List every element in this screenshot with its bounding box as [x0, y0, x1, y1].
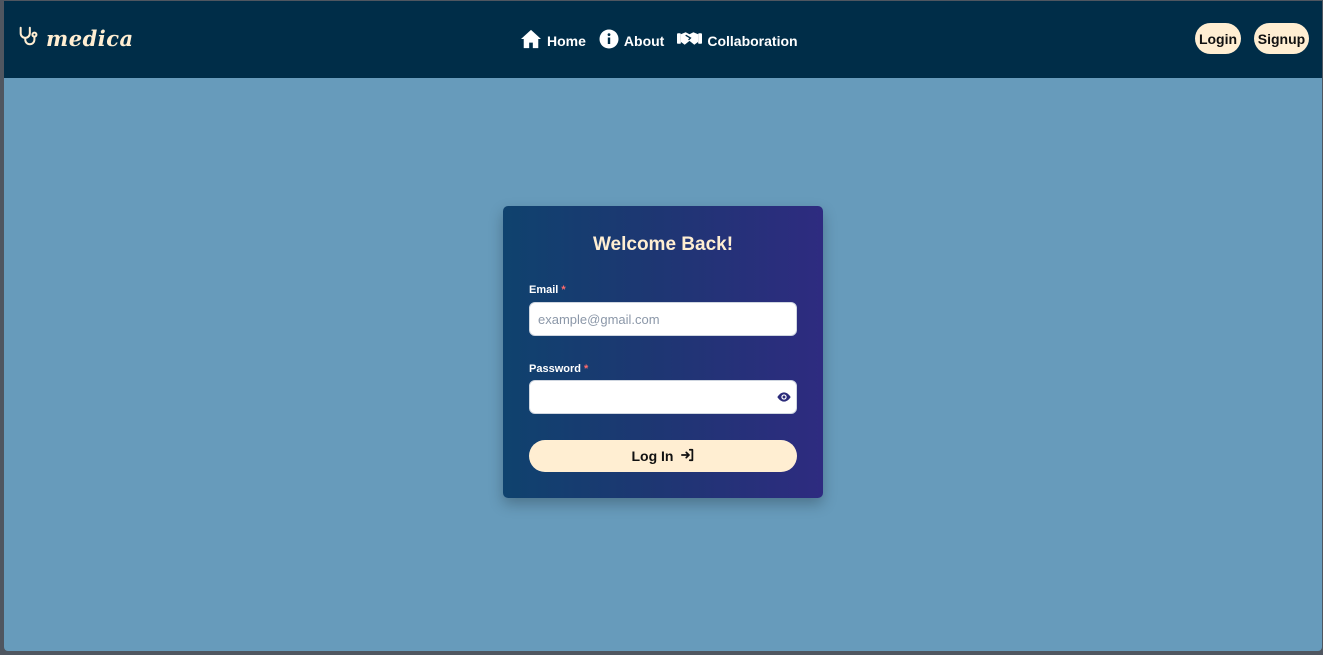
password-label-text: Password: [529, 363, 581, 375]
log-in-button[interactable]: Log In: [529, 440, 797, 472]
login-title: Welcome Back!: [592, 234, 734, 255]
navbar: medica Home About Collaboration Login Si…: [4, 1, 1322, 78]
required-marker: *: [583, 363, 589, 375]
sign-in-icon: [680, 448, 695, 465]
email-label: Email *: [529, 284, 566, 296]
eye-icon[interactable]: [776, 389, 792, 405]
app-frame: medica Home About Collaboration Login Si…: [4, 1, 1322, 651]
nav-link-home[interactable]: Home: [520, 29, 586, 52]
nav-link-collaboration[interactable]: Collaboration: [677, 30, 798, 51]
main-nav: Home About Collaboration: [520, 29, 811, 52]
brand-logo[interactable]: medica: [17, 25, 134, 52]
nav-link-collaboration-label: Collaboration: [707, 32, 798, 49]
password-label: Password *: [529, 363, 588, 375]
nav-link-about-label: About: [623, 32, 665, 49]
login-card: Welcome Back! Email* Password* Log In: [503, 206, 823, 498]
email-label-text: Email: [529, 284, 559, 296]
stethoscope-icon: [17, 25, 39, 52]
handshake-icon: [677, 30, 703, 51]
brand-name: medica: [46, 26, 134, 51]
login-button[interactable]: Login: [1195, 23, 1241, 54]
required-marker: *: [561, 284, 566, 296]
home-icon: [520, 29, 542, 52]
email-field[interactable]: [529, 302, 797, 336]
log-in-button-label: Log In: [631, 448, 674, 464]
signup-button[interactable]: Signup: [1254, 23, 1309, 54]
nav-link-about[interactable]: About: [599, 29, 664, 52]
nav-link-home-label: Home: [547, 32, 586, 49]
password-field[interactable]: [529, 380, 797, 414]
info-icon: [599, 29, 619, 52]
